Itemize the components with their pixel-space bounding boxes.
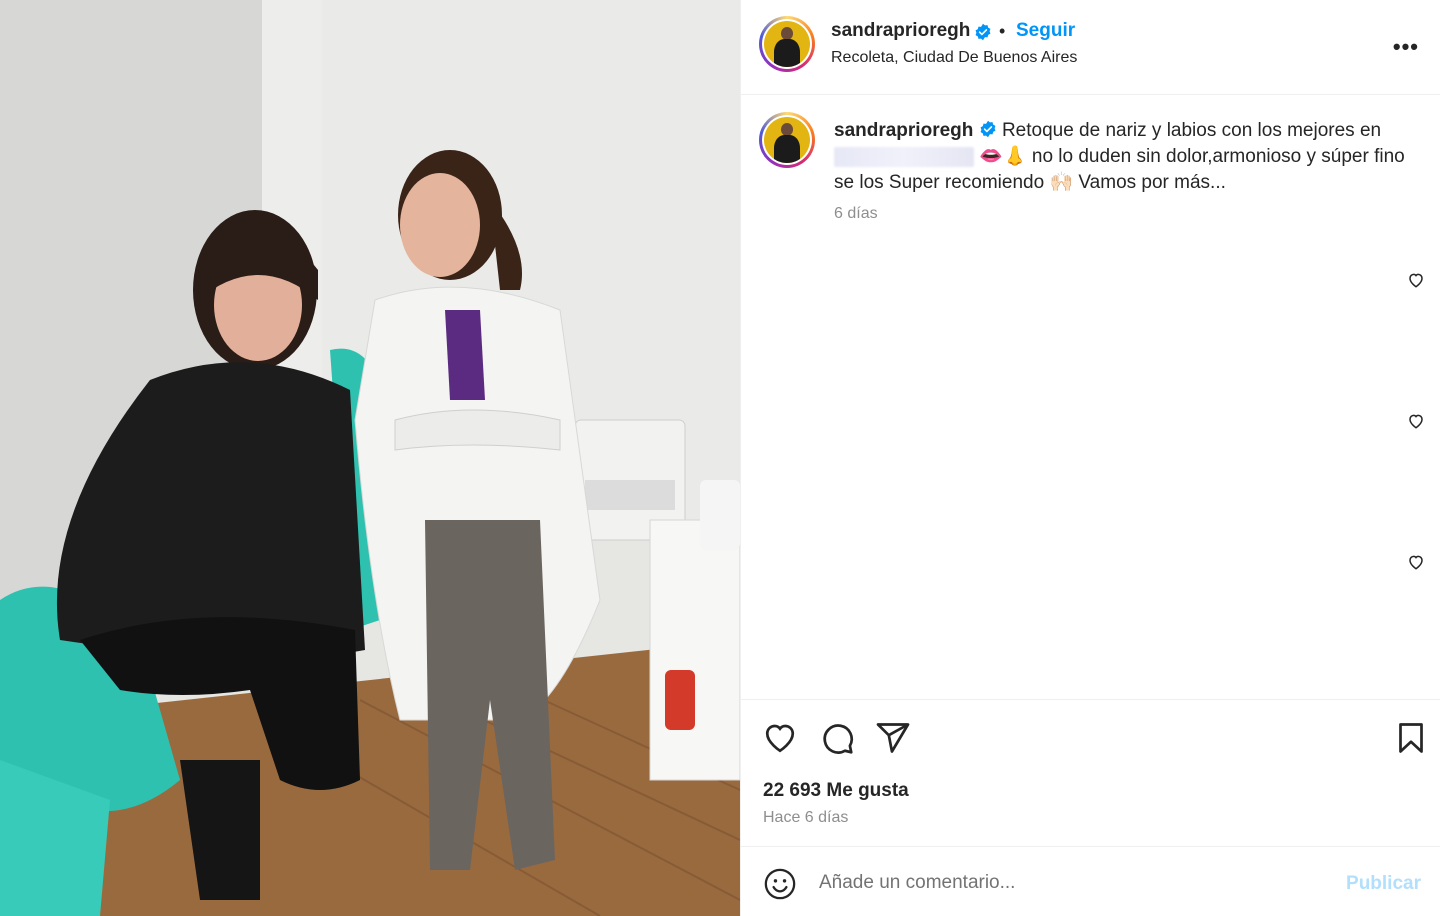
caption-text-3: Vamos por más... — [1078, 172, 1226, 193]
follow-button[interactable]: Seguir — [1016, 20, 1075, 42]
verified-icon — [975, 23, 991, 41]
separator-dot: • — [999, 21, 1006, 41]
post-time: Hace 6 días — [763, 809, 849, 826]
caption-emoji-hands: 🙌🏻 — [1049, 172, 1074, 193]
heart-icon[interactable] — [1407, 412, 1425, 430]
post-caption: sandraprioregh Retoque de nariz y labios… — [834, 118, 1414, 196]
more-icon[interactable]: ••• — [1393, 34, 1419, 60]
comment-input[interactable] — [819, 865, 1339, 901]
emoji-icon[interactable] — [763, 867, 797, 901]
like-heart-icon[interactable] — [762, 720, 798, 756]
heart-icon[interactable] — [1407, 271, 1425, 289]
like-count[interactable]: 22 693 Me gusta — [763, 780, 909, 802]
post-location[interactable]: Recoleta, Ciudad De Buenos Aires — [831, 49, 1077, 67]
heart-icon[interactable] — [1407, 553, 1425, 571]
author-avatar[interactable] — [759, 16, 815, 72]
blurred-mention — [834, 146, 974, 167]
author-username[interactable]: sandraprioregh — [831, 20, 970, 42]
caption-emojis: 👄👃 — [979, 146, 1027, 167]
caption-text-1: Retoque de nariz y labios con los mejore… — [1001, 120, 1382, 141]
caption-username[interactable]: sandraprioregh — [834, 120, 973, 141]
post-header: sandraprioregh • Seguir Recoleta, Ciudad… — [741, 0, 1440, 95]
photo-illustration — [0, 0, 740, 916]
caption-time: 6 días — [834, 205, 878, 222]
publish-button[interactable]: Publicar — [1346, 873, 1421, 895]
verified-icon — [980, 120, 996, 138]
caption-avatar[interactable] — [759, 112, 815, 168]
post-photo — [0, 0, 740, 916]
comment-bar: Publicar — [741, 846, 1440, 916]
bookmark-icon[interactable] — [1393, 720, 1429, 756]
comment-icon[interactable] — [819, 720, 855, 756]
share-icon[interactable] — [875, 720, 911, 756]
post-side-panel: sandraprioregh • Seguir Recoleta, Ciudad… — [740, 0, 1440, 916]
